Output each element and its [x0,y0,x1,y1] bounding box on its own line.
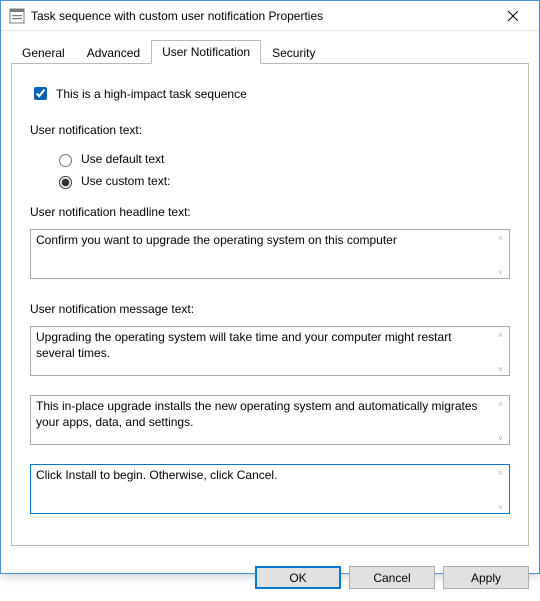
high-impact-row[interactable]: This is a high-impact task sequence [30,84,510,103]
notification-text-radios: Use default text Use custom text: [54,151,510,189]
close-button[interactable] [490,1,535,30]
headline-label: User notification headline text: [30,205,510,219]
message3-textarea[interactable] [30,464,510,514]
tab-security[interactable]: Security [261,41,326,64]
message1-textarea[interactable] [30,326,510,376]
message2-wrap: ˄ ˅ [30,395,510,448]
message2-textarea[interactable] [30,395,510,445]
dialog-buttons: OK Cancel Apply [1,556,539,601]
properties-dialog: Task sequence with custom user notificat… [0,0,540,574]
window-icon [9,8,25,24]
message-label: User notification message text: [30,302,510,316]
radio-custom-label: Use custom text: [81,174,170,188]
radio-default-label: Use default text [81,152,164,166]
notification-text-label: User notification text: [30,123,510,137]
headline-wrap: ˄ ˅ [30,229,510,282]
radio-use-default[interactable] [59,154,72,167]
headline-textarea[interactable] [30,229,510,279]
ok-button[interactable]: OK [255,566,341,589]
message1-wrap: ˄ ˅ [30,326,510,379]
tabstrip: General Advanced User Notification Secur… [11,39,529,64]
close-icon [508,11,518,21]
tabpanel-user-notification: This is a high-impact task sequence User… [11,63,529,546]
dialog-content: General Advanced User Notification Secur… [1,31,539,556]
radio-use-custom[interactable] [59,176,72,189]
tab-general[interactable]: General [11,41,76,64]
high-impact-label: This is a high-impact task sequence [56,87,247,101]
tab-advanced[interactable]: Advanced [76,41,151,64]
high-impact-checkbox[interactable] [34,87,47,100]
cancel-button[interactable]: Cancel [349,566,435,589]
tab-user-notification[interactable]: User Notification [151,40,261,64]
titlebar: Task sequence with custom user notificat… [1,1,539,31]
apply-button[interactable]: Apply [443,566,529,589]
message3-wrap: ˄ ˅ [30,464,510,517]
window-title: Task sequence with custom user notificat… [31,9,490,23]
radio-custom-row[interactable]: Use custom text: [54,173,510,189]
radio-default-row[interactable]: Use default text [54,151,510,167]
